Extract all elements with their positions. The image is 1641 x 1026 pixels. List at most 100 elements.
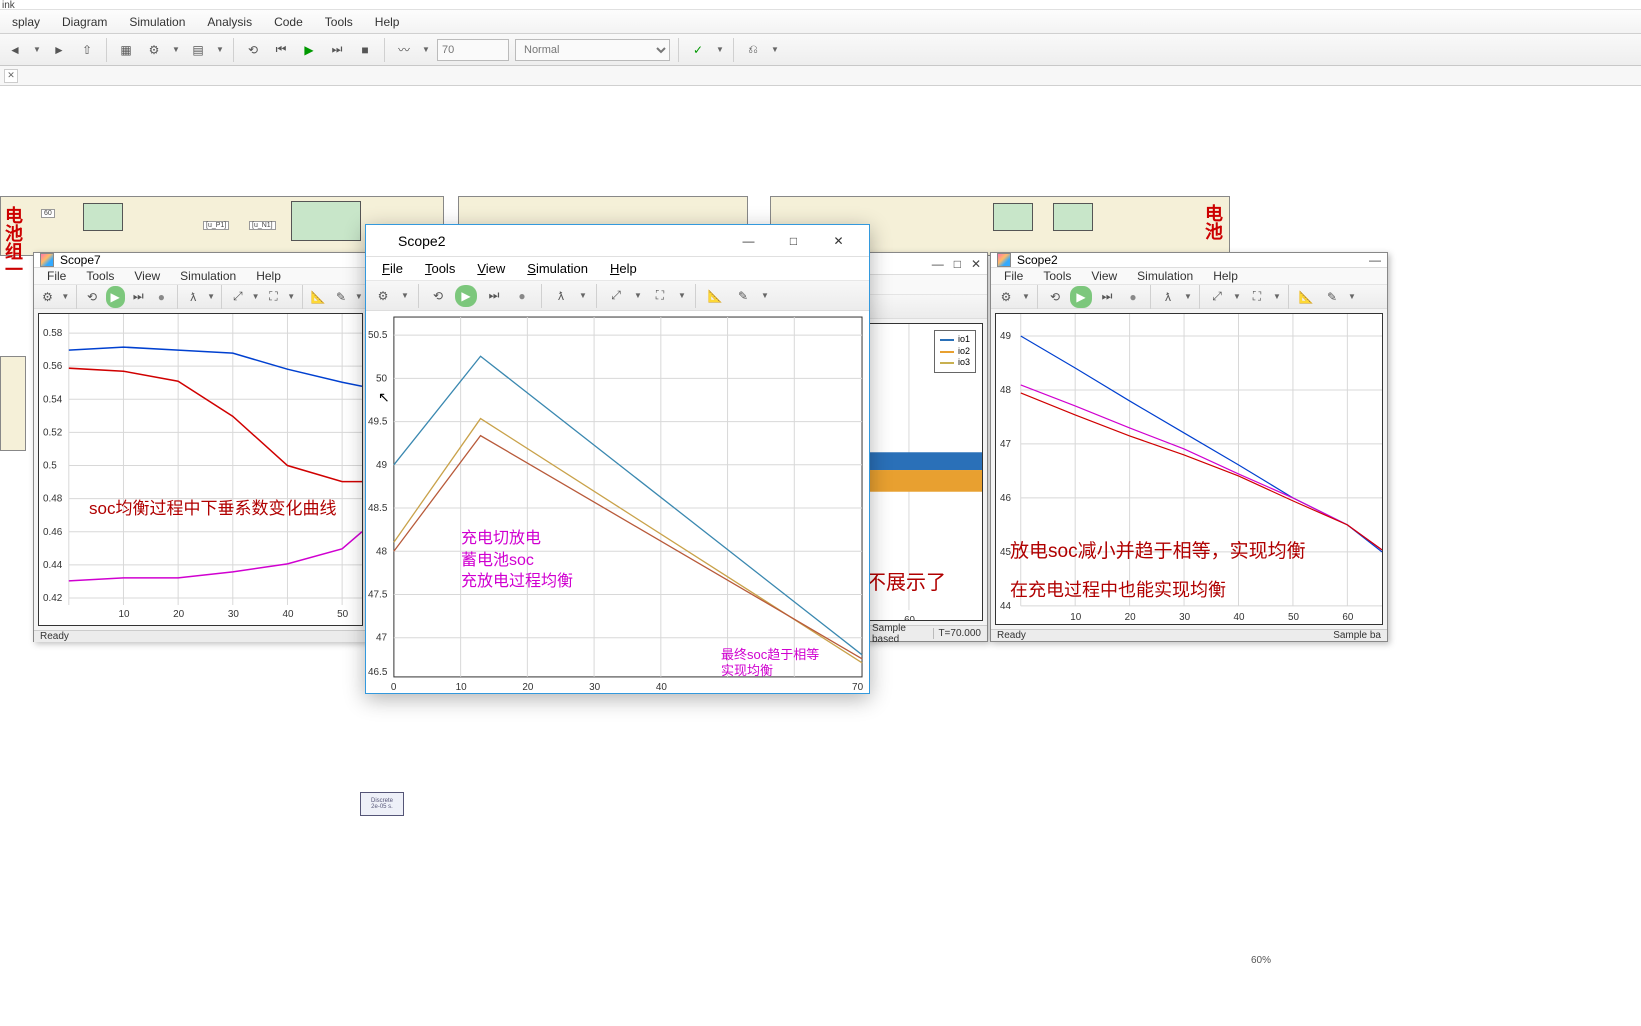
stop-icon[interactable]: ●	[152, 286, 171, 308]
forward-button[interactable]: ►	[48, 39, 70, 61]
check-dd[interactable]: ▼	[715, 45, 725, 54]
autoscale-icon[interactable]: ⛶	[649, 285, 671, 307]
gear-dd[interactable]: ▼	[400, 291, 410, 300]
menu-simulation[interactable]: Simulation	[1128, 268, 1202, 284]
menu-help[interactable]: Help	[600, 259, 647, 278]
build-button[interactable]: ⎌	[742, 39, 764, 61]
back-dd[interactable]: ▼	[32, 45, 42, 54]
step-fwd-icon[interactable]: ⏭	[1096, 286, 1118, 308]
build-dd[interactable]: ▼	[770, 45, 780, 54]
zoom-dd[interactable]: ▼	[251, 292, 260, 301]
zoom-dd[interactable]: ▼	[633, 291, 643, 300]
subblock[interactable]	[1053, 203, 1093, 231]
stop-button[interactable]: ■	[354, 39, 376, 61]
menu-simulation[interactable]: Simulation	[171, 268, 245, 284]
menu-simulation[interactable]: Simulation	[119, 12, 195, 32]
gear-dd[interactable]: ▼	[1021, 292, 1031, 301]
trigger-dd[interactable]: ▼	[578, 291, 588, 300]
scope2-plot[interactable]: 50.55049.54948.54847.54746.5 01020304070…	[366, 311, 869, 693]
play-icon[interactable]: ▶	[1070, 286, 1092, 308]
zoom-dd[interactable]: ▼	[1232, 292, 1242, 301]
menu-tools[interactable]: Tools	[315, 12, 363, 32]
scope7-titlebar[interactable]: Scope7	[34, 253, 367, 268]
menu-help[interactable]: Help	[247, 268, 290, 284]
highlight-icon[interactable]: ✎	[732, 285, 754, 307]
step-forward-button[interactable]: ⏭	[326, 39, 348, 61]
step-back-icon[interactable]: ⟲	[83, 286, 102, 308]
step-fwd-icon[interactable]: ⏭	[483, 285, 505, 307]
scope-mid-titlebar[interactable]: — □ ✕	[866, 253, 987, 275]
minimize-icon[interactable]: —	[932, 257, 944, 271]
back-button[interactable]: ◄	[4, 39, 26, 61]
menu-view[interactable]: View	[1082, 268, 1126, 284]
measure-icon[interactable]: 📐	[1295, 286, 1317, 308]
hl-dd[interactable]: ▼	[355, 292, 364, 301]
gear-dd[interactable]: ▼	[61, 292, 70, 301]
trigger-icon[interactable]: ƛ	[1157, 286, 1179, 308]
menu-help[interactable]: Help	[365, 12, 410, 32]
zoom-icon[interactable]: ⤢	[228, 286, 247, 308]
maximize-button[interactable]: □	[771, 227, 816, 255]
scope2-right-window[interactable]: Scope2 — File Tools View Simulation Help…	[990, 252, 1388, 642]
stop-time-input[interactable]	[437, 39, 509, 61]
scope2-window[interactable]: Scope2 — □ ✕ File Tools View Simulation …	[365, 224, 870, 694]
play-icon[interactable]: ▶	[455, 285, 477, 307]
measure-icon[interactable]: 📐	[704, 285, 726, 307]
gear-icon[interactable]: ⚙	[38, 286, 57, 308]
menu-diagram[interactable]: Diagram	[52, 12, 117, 32]
library-browser-button[interactable]: ▦	[115, 39, 137, 61]
scope2-titlebar[interactable]: Scope2 — □ ✕	[366, 225, 869, 257]
play-icon[interactable]: ▶	[106, 286, 125, 308]
menu-tools[interactable]: Tools	[1034, 268, 1080, 284]
zoom-icon[interactable]: ⤢	[605, 285, 627, 307]
autoscale-icon[interactable]: ⛶	[1246, 286, 1268, 308]
model-config-button[interactable]: ⚙	[143, 39, 165, 61]
gear-icon[interactable]: ⚙	[372, 285, 394, 307]
highlight-icon[interactable]: ✎	[1321, 286, 1343, 308]
log-button[interactable]: ▤	[187, 39, 209, 61]
scope2r-plot[interactable]: 444546474849 102030405060 放电soc减小并趋于相等，实…	[995, 313, 1383, 625]
powergui-block[interactable]: Discrete 2e-05 s.	[360, 792, 404, 816]
config-dd[interactable]: ▼	[171, 45, 181, 54]
stop-icon[interactable]: ●	[1122, 286, 1144, 308]
check-button[interactable]: ✓	[687, 39, 709, 61]
trigger-icon[interactable]: ƛ	[184, 286, 203, 308]
subblock[interactable]	[83, 203, 123, 231]
menu-view[interactable]: View	[125, 268, 169, 284]
scope2r-titlebar[interactable]: Scope2 —	[991, 253, 1387, 268]
minimize-icon[interactable]: —	[1369, 253, 1381, 267]
as-dd[interactable]: ▼	[677, 291, 687, 300]
trigger-dd[interactable]: ▼	[1183, 292, 1193, 301]
menu-display[interactable]: splay	[2, 12, 50, 32]
zoom-icon[interactable]: ⤢	[1206, 286, 1228, 308]
step-back-icon[interactable]: ⟲	[427, 285, 449, 307]
trigger-dd[interactable]: ▼	[207, 292, 216, 301]
scope7-window[interactable]: Scope7 File Tools View Simulation Help ⚙…	[33, 252, 368, 642]
model-canvas[interactable]: 60 [u_P1] [u_N1] 电池组一 电池组二 电池 Discrete 2…	[0, 86, 1641, 966]
step-back-icon[interactable]: ⟲	[1044, 286, 1066, 308]
scope-mid-window[interactable]: — □ ✕ 60 不展示了 io1 io2 io3 Sa	[865, 252, 988, 642]
minimize-button[interactable]: —	[726, 227, 771, 255]
subblock[interactable]	[291, 201, 361, 241]
autoscale-icon[interactable]: ⛶	[264, 286, 283, 308]
gear-icon[interactable]: ⚙	[995, 286, 1017, 308]
scope-mid-plot[interactable]: 60 不展示了 io1 io2 io3	[870, 323, 983, 621]
menu-file[interactable]: File	[38, 268, 75, 284]
simulation-mode-select[interactable]: Normal	[515, 39, 670, 61]
stop-icon[interactable]: ●	[511, 285, 533, 307]
menu-help[interactable]: Help	[1204, 268, 1247, 284]
subsystem-block-4[interactable]	[0, 356, 26, 451]
maximize-icon[interactable]: □	[954, 257, 961, 271]
restart-button[interactable]: ⏮	[270, 39, 292, 61]
menu-analysis[interactable]: Analysis	[197, 12, 262, 32]
highlight-icon[interactable]: ✎	[331, 286, 350, 308]
close-button[interactable]: ✕	[816, 227, 861, 255]
tab-close-button[interactable]: ✕	[4, 69, 18, 83]
subblock[interactable]	[993, 203, 1033, 231]
close-icon[interactable]: ✕	[971, 257, 981, 271]
run-button[interactable]: ▶	[298, 39, 320, 61]
up-button[interactable]: ⇧	[76, 39, 98, 61]
menu-simulation[interactable]: Simulation	[517, 259, 598, 278]
menu-tools[interactable]: Tools	[415, 259, 465, 278]
step-back-button[interactable]: ⟲	[242, 39, 264, 61]
